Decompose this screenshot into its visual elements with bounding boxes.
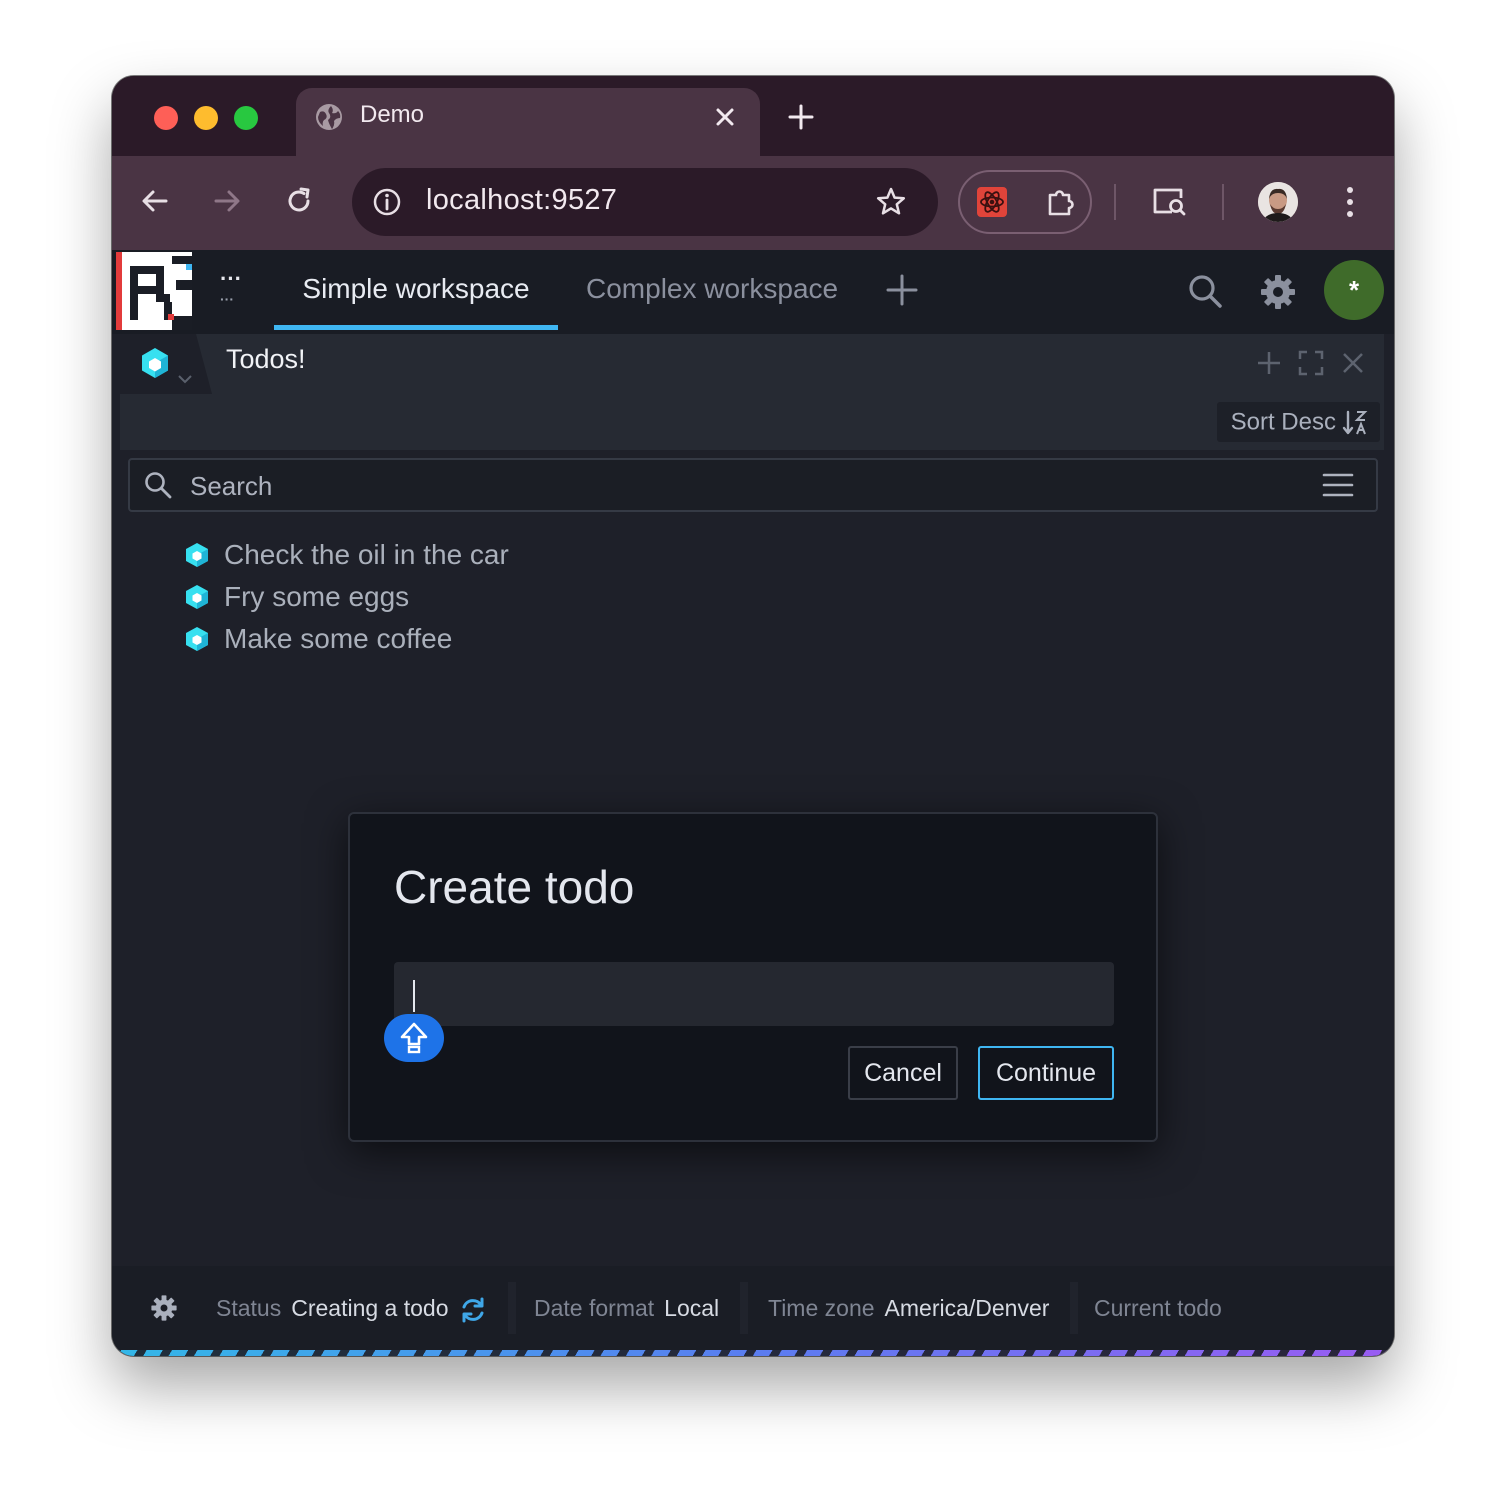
current-todo-label: Current todo xyxy=(1094,1295,1222,1321)
browser-tab-demo[interactable]: Demo xyxy=(296,88,760,156)
cancel-button[interactable]: Cancel xyxy=(848,1046,958,1100)
status-value: Creating a todo xyxy=(291,1295,449,1321)
cube-icon xyxy=(142,348,168,378)
accent-stripe xyxy=(112,1350,1394,1356)
panel-type-selector[interactable] xyxy=(120,334,212,394)
sort-button-label: Sort Desc xyxy=(1230,408,1336,436)
profile-avatar[interactable] xyxy=(1258,182,1298,222)
list-item[interactable]: Make some coffee xyxy=(184,618,509,660)
add-panel-plus-icon[interactable] xyxy=(1256,350,1282,376)
cube-icon xyxy=(186,543,208,567)
close-panel-icon[interactable] xyxy=(1340,350,1366,376)
search-icon xyxy=(145,472,172,499)
browser-tab-title: Demo xyxy=(360,101,425,128)
cube-icon xyxy=(186,627,208,651)
browser-tabstrip: Demo xyxy=(112,76,1394,156)
date-format-label: Date format xyxy=(534,1295,655,1321)
tab-search-icon[interactable] xyxy=(1150,184,1188,220)
sort-descending-icon xyxy=(1342,410,1368,435)
user-avatar[interactable]: * xyxy=(1324,260,1384,320)
back-arrow-icon[interactable] xyxy=(138,184,172,218)
continue-button[interactable]: Continue xyxy=(978,1046,1114,1100)
close-icon[interactable] xyxy=(710,102,740,132)
todo-text: Check the oil in the car xyxy=(224,539,509,570)
settings-gear-icon[interactable] xyxy=(1258,272,1298,312)
create-todo-dialog: Create todo Cancel Continue xyxy=(348,812,1158,1142)
status-label: Status xyxy=(216,1295,282,1321)
new-tab-plus-icon[interactable] xyxy=(786,102,816,132)
dialog-title: Create todo xyxy=(394,861,635,913)
filter-menu-icon[interactable] xyxy=(1322,471,1354,499)
sort-desc-button[interactable]: Sort Desc xyxy=(1216,402,1380,442)
panel-tabbar: Todos! xyxy=(120,334,1384,394)
search-input[interactable] xyxy=(188,466,1292,506)
app-header: ··· ··· Simple workspace Complex workspac… xyxy=(112,250,1394,334)
address-bar[interactable]: localhost:9527 xyxy=(352,168,938,236)
app-logo-icon[interactable] xyxy=(116,252,192,330)
window-minimize-button[interactable] xyxy=(194,106,218,130)
app-root: ··· ··· Simple workspace Complex workspac… xyxy=(112,250,1394,1356)
time-zone-value: America/Denver xyxy=(884,1295,1050,1321)
panel-title: Todos! xyxy=(226,344,306,374)
add-workspace-plus-icon[interactable] xyxy=(886,274,918,306)
cube-icon xyxy=(186,585,208,609)
puzzle-extensions-icon[interactable] xyxy=(1044,186,1078,220)
shift-arrow-icon xyxy=(400,1022,428,1054)
status-divider xyxy=(1070,1282,1078,1334)
toolbar-separator xyxy=(1114,184,1116,220)
window-zoom-button[interactable] xyxy=(234,106,258,130)
todo-text: Make some coffee xyxy=(224,623,453,654)
chevron-down-icon xyxy=(178,375,192,384)
list-item[interactable]: Check the oil in the car xyxy=(184,534,509,576)
status-divider xyxy=(740,1282,748,1334)
more-dots-icon[interactable]: ··· ··· xyxy=(220,268,242,308)
forward-arrow-icon[interactable] xyxy=(210,184,244,218)
fullscreen-icon[interactable] xyxy=(1298,350,1324,376)
tab-complex-workspace[interactable]: Complex workspace xyxy=(586,250,838,334)
current-todo-segment: Current todo xyxy=(1094,1282,1232,1334)
panel-settings-bar: Sort Desc xyxy=(120,394,1384,450)
todo-search-bar xyxy=(128,458,1378,512)
date-format-value: Local xyxy=(664,1295,720,1321)
date-format-segment[interactable]: Date format Local xyxy=(534,1282,719,1334)
text-cursor xyxy=(413,980,415,1012)
toolbar-separator xyxy=(1222,184,1224,220)
bookmark-star-icon[interactable] xyxy=(874,185,908,219)
reload-icon[interactable] xyxy=(282,184,316,218)
url-text: localhost:9527 xyxy=(426,184,618,216)
profile-avatar-icon xyxy=(1258,182,1298,222)
sync-spinner-icon xyxy=(462,1297,483,1323)
status-bar: Status Creating a todo Date format Local T… xyxy=(112,1266,1394,1350)
todo-text: Fry some eggs xyxy=(224,581,410,612)
browser-menu-icon[interactable] xyxy=(1336,182,1364,222)
todo-name-input[interactable] xyxy=(394,962,1114,1026)
site-info-icon[interactable] xyxy=(370,185,404,219)
status-segment: Status Creating a todo xyxy=(216,1282,487,1334)
time-zone-label: Time zone xyxy=(768,1295,875,1321)
extensions-group xyxy=(958,170,1092,234)
browser-window: Demo localhost:9527 ··· ··· Simple works… xyxy=(112,76,1394,1356)
status-divider xyxy=(508,1282,516,1334)
search-icon[interactable] xyxy=(1186,272,1224,310)
list-item[interactable]: Fry some eggs xyxy=(184,576,509,618)
tab-simple-workspace[interactable]: Simple workspace xyxy=(274,250,558,334)
react-devtools-extension-icon[interactable] xyxy=(976,186,1008,218)
globe-icon xyxy=(316,104,342,130)
todo-list: Check the oil in the car Fry some eggs M… xyxy=(184,534,509,660)
window-close-button[interactable] xyxy=(154,106,178,130)
status-settings-gear-icon[interactable] xyxy=(150,1294,178,1322)
keyboard-shift-indicator xyxy=(384,1014,444,1062)
browser-toolbar: localhost:9527 xyxy=(112,156,1394,250)
time-zone-segment[interactable]: Time zone America/Denver xyxy=(768,1282,1049,1334)
